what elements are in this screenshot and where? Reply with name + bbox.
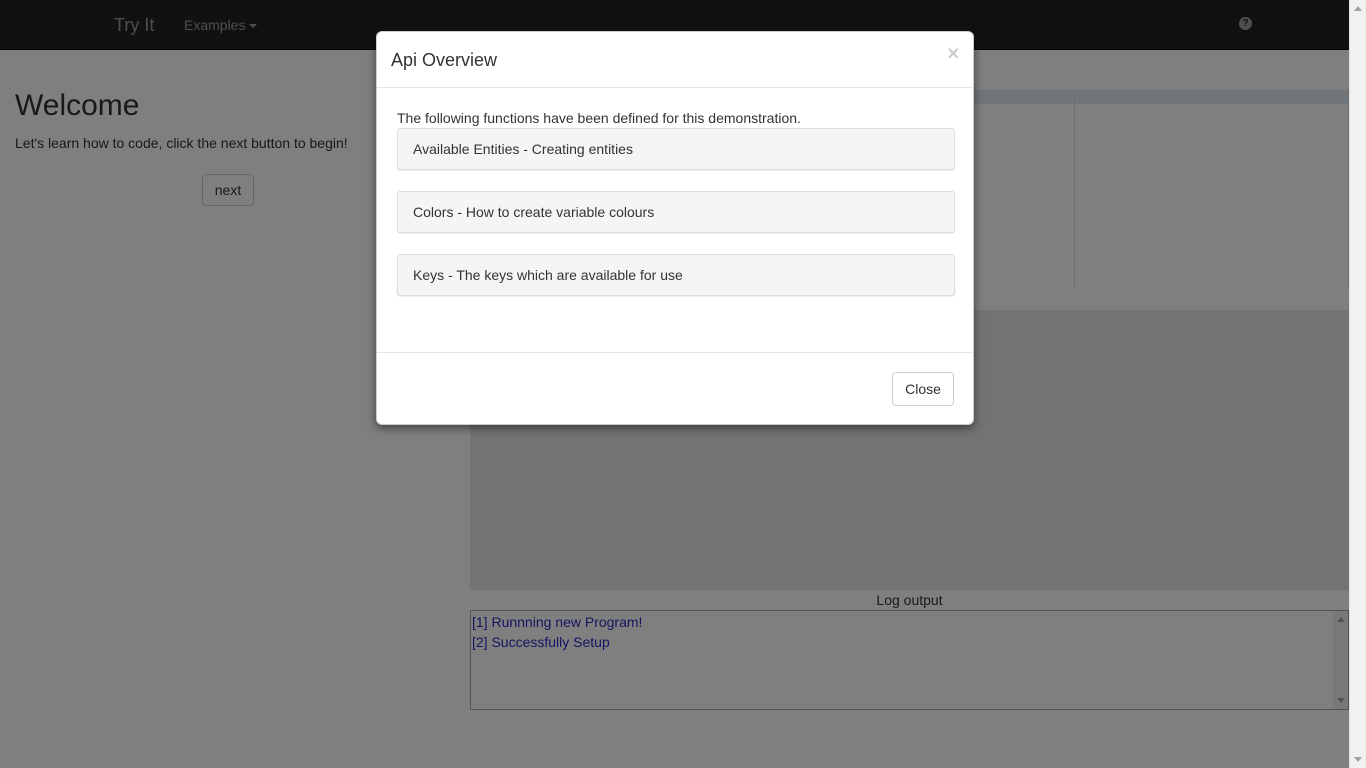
close-button[interactable]: Close	[892, 372, 954, 406]
modal-intro-text: The following functions have been define…	[397, 110, 801, 126]
modal-title: Api Overview	[391, 50, 498, 70]
close-icon[interactable]: ×	[947, 44, 959, 64]
panel-keys[interactable]: Keys - The keys which are available for …	[397, 254, 955, 296]
modal-header: Api Overview ×	[377, 32, 973, 88]
panel-available-entities[interactable]: Available Entities - Creating entities	[397, 128, 955, 170]
scroll-up-icon[interactable]	[1354, 6, 1362, 11]
api-overview-modal: Api Overview × The following functions h…	[376, 31, 974, 425]
panel-colors[interactable]: Colors - How to create variable colours	[397, 191, 955, 233]
modal-footer: Close	[377, 352, 973, 426]
page-scrollbar[interactable]	[1349, 0, 1366, 768]
scroll-down-icon[interactable]	[1354, 757, 1362, 762]
